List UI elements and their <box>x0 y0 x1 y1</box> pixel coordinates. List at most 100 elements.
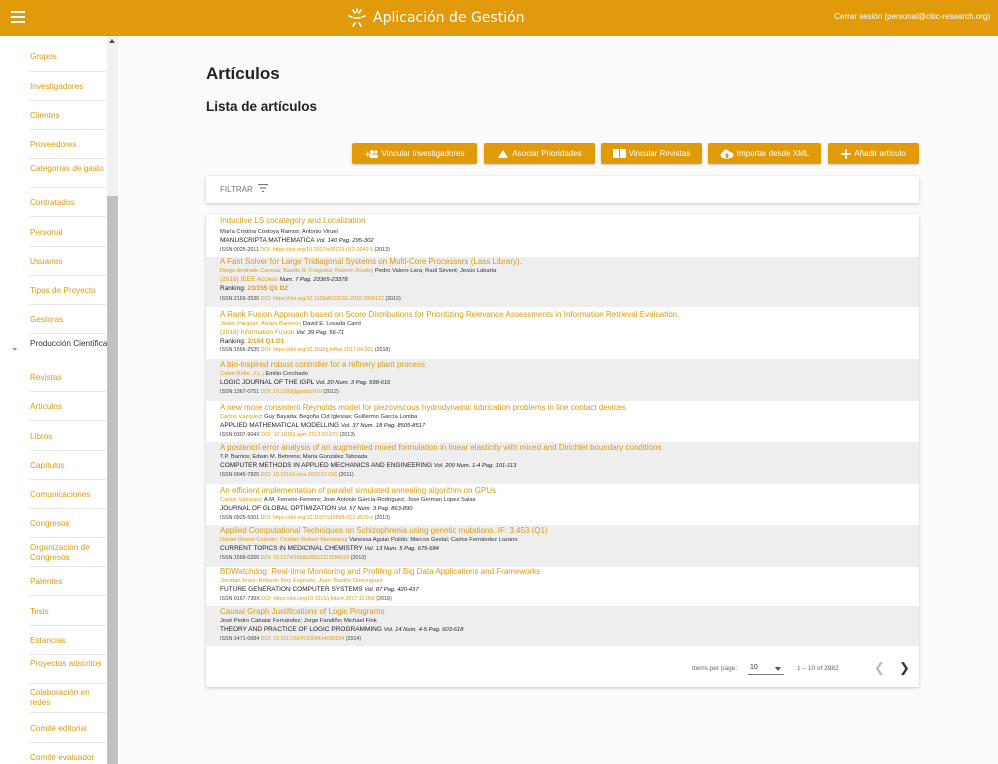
page-size-select[interactable]: 10 <box>748 662 784 675</box>
sidebar-item-proyectos-adscritos[interactable]: Proyectos adscritos <box>30 659 110 669</box>
sidebar-item-personal[interactable]: Personal <box>30 228 110 238</box>
sidebar-item-revistas[interactable]: Revistas <box>30 373 110 383</box>
list-item[interactable]: A Rank Fusion Approach based on Score Di… <box>206 307 919 355</box>
add-article-button[interactable]: Añadir artículo <box>828 143 919 164</box>
author-links[interactable]: Carlos Vázquez <box>220 414 261 420</box>
issn: ISSN:0307-904X <box>220 432 260 438</box>
article-journal: LOGIC JOURNAL OF THE IGPL Vol. 20 Num. 3… <box>220 379 390 386</box>
sidebar-item-tesis[interactable]: Tesis <box>30 607 110 617</box>
previous-page-icon[interactable]: ❮ <box>874 660 885 676</box>
doi-link[interactable]: DOI: https://doi.org/10.1007/s10898-012-… <box>261 515 373 521</box>
doi-link[interactable]: DOI: https://doi.org/10.1016/j.future.20… <box>261 596 375 602</box>
author-links[interactable]: Carlos Vázquez <box>220 497 261 503</box>
doi-link[interactable]: DOI: 10.1093/jigpal/jzr010 <box>261 389 322 395</box>
article-authors: Jonatan Enes; Roberto Rey Expósito; Juan… <box>220 578 383 584</box>
doi-link[interactable]: DOI: 10.1016/j.cma.2010.07.016 <box>261 472 338 478</box>
list-item[interactable]: A bio-inspired robust controller for a r… <box>206 359 919 401</box>
sidebar-divider <box>30 537 106 538</box>
journal-link[interactable]: (2018) Information Fusion <box>220 329 294 336</box>
article-title[interactable]: A Fast Solver for Large Tridiagonal Syst… <box>220 257 522 266</box>
sidebar-item-congresos[interactable]: Congresos <box>30 519 110 529</box>
article-journal: JOURNAL OF GLOBAL OPTIMIZATION Vol. 57 N… <box>220 505 412 512</box>
list-item[interactable]: Inductive LS cocategory and Localization… <box>206 214 919 258</box>
article-title[interactable]: Applied Computational Techniques on Schi… <box>220 526 548 535</box>
scroll-up-icon[interactable] <box>109 39 115 43</box>
journal-name: THEORY AND PRACTICE OF LOGIC PROGRAMMING <box>220 626 382 633</box>
doi-link[interactable]: DOI: https://doi.org/10.1109/ACCESS.2019… <box>261 296 384 302</box>
doi-link[interactable]: DOI: 10.1017/S1471068414000234 <box>261 636 345 642</box>
sidebar-item-grupos[interactable]: Grupos <box>30 52 110 62</box>
issn: ISSN:0167-739X <box>220 596 260 602</box>
article-title[interactable]: A bio-inspired robust controller for a r… <box>220 360 425 369</box>
issn: ISSN:0925-5001 <box>220 515 260 521</box>
sidebar-item-clientes[interactable]: Clientes <box>30 111 110 121</box>
sidebar-item-produccion-cientifica[interactable]: Producción Científica <box>30 339 110 349</box>
sidebar-item-gestoras[interactable]: Gestoras <box>30 315 110 325</box>
journal-volume: Vol. 140 Pag. 295-302 <box>316 238 374 244</box>
article-meta: ISSN:0167-739X DOI: https://doi.org/10.1… <box>220 596 392 602</box>
sidebar-divider <box>30 246 106 247</box>
menu-icon[interactable] <box>11 11 25 23</box>
list-item[interactable]: Causal Graph Justifications of Logic Pro… <box>206 606 919 646</box>
sidebar-item-capitulos[interactable]: Capítulos <box>30 461 110 471</box>
chevron-down-icon[interactable]: ⌄ <box>11 342 19 353</box>
doi-link[interactable]: DOI: 10.1016/j.apm.2013.03.072 <box>261 432 338 438</box>
list-item[interactable]: An efficient implementation of parallel … <box>206 484 919 525</box>
list-item[interactable]: A posteriori error analysis of an augmen… <box>206 442 919 484</box>
sidebar-item-contratados[interactable]: Contratados <box>30 198 110 208</box>
ranking-label: Ranking: <box>220 285 246 292</box>
article-title[interactable]: A new more consistent Reynolds model for… <box>220 403 626 412</box>
link-researchers-button[interactable]: + Vincular Investigadores <box>352 143 477 164</box>
year: (2012) <box>323 389 339 395</box>
next-page-icon[interactable]: ❯ <box>899 660 910 676</box>
sidebar-divider <box>30 71 106 72</box>
author-links[interactable]: Diego Andrade Canosa; Basilio B. Fraguel… <box>220 268 372 274</box>
list-item[interactable]: A Fast Solver for Large Tridiagonal Syst… <box>206 257 919 307</box>
journal-link[interactable]: (2018) IEEE Access <box>220 276 278 283</box>
logout-link[interactable]: Cerrar sesión (personal@citic-research.o… <box>834 12 990 21</box>
associate-priorities-button[interactable]: Asociar Prioridades <box>484 143 595 164</box>
article-authors: Diego Andrade Canosa; Basilio B. Fraguel… <box>220 268 496 274</box>
article-title[interactable]: Causal Graph Justifications of Logic Pro… <box>220 607 385 616</box>
list-item[interactable]: Applied Computational Techniques on Schi… <box>206 525 919 567</box>
sidebar-item-patentes[interactable]: Patentes <box>30 577 110 587</box>
author-links[interactable]: Jonatan Enes; Roberto Rey Expósito; Juan… <box>220 578 383 584</box>
sidebar-item-investigadores[interactable]: Investigadores <box>30 82 110 92</box>
sidebar-item-colaboracion-redes[interactable]: Colaboración en redes <box>30 688 110 708</box>
doi-link[interactable]: DOI: https://doi.org/10.1016/j.inffus.20… <box>261 347 374 353</box>
sidebar-item-proveedores[interactable]: Proveedores <box>30 140 110 150</box>
sidebar-item-tipos-proyecto[interactable]: Tipos de Proyecto <box>30 286 110 296</box>
filter-icon[interactable] <box>258 184 268 192</box>
link-journals-button[interactable]: Vincular Revistas <box>601 143 702 164</box>
sidebar-item-articulos[interactable]: Artículos <box>30 402 110 412</box>
doi-link[interactable]: DOI: https://doi.org/10.1007/s00229-012-… <box>260 247 373 253</box>
sidebar-item-organizacion-congresos[interactable]: Organizacion de Congresos <box>30 543 110 563</box>
author-links[interactable]: Javier Parapar; Álvaro Barreiro <box>220 321 300 327</box>
list-item[interactable]: BDWatchdog: Real-time Monitoring and Pro… <box>206 567 919 608</box>
article-title[interactable]: BDWatchdog: Real-time Monitoring and Pro… <box>220 567 540 576</box>
journal-volume: Vol. 87 Pag. 420-437 <box>364 587 419 593</box>
doi-link[interactable]: DOI: 10.2174/1568026611313050010 <box>261 555 350 561</box>
author-links[interactable]: Daniel Rivero Cebrián; Cristian Robert M… <box>220 537 346 543</box>
sidebar-item-estancias[interactable]: Estancias <box>30 636 110 646</box>
sidebar-item-comite-evaluador[interactable]: Comité evaluador <box>30 753 110 763</box>
filter-panel[interactable]: FILTRAR <box>206 176 919 203</box>
sidebar-item-categorias-gasto[interactable]: Categorías de gasto <box>30 164 110 174</box>
article-title[interactable]: Inductive LS cocategory and Localization <box>220 216 365 225</box>
article-title[interactable]: A Rank Fusion Approach based on Score Di… <box>220 310 679 319</box>
dropdown-arrow-icon <box>775 667 781 671</box>
sidebar-scrollbar-thumb[interactable] <box>107 196 118 764</box>
filter-label[interactable]: FILTRAR <box>220 185 253 194</box>
sidebar-divider <box>30 304 106 305</box>
import-xml-button[interactable]: Importar desde XML <box>708 143 821 164</box>
author-links[interactable]: Calvo Rolle, J.L. <box>220 371 262 377</box>
list-item[interactable]: A new more consistent Reynolds model for… <box>206 401 919 442</box>
issn: ISSN:0045-7825 <box>220 472 260 478</box>
sidebar-item-comunicaciones[interactable]: Comunicaciones <box>30 490 110 500</box>
sidebar-item-usuarios[interactable]: Usuarios <box>30 257 110 267</box>
items-per-page-label: Items per page: <box>692 665 738 672</box>
article-title[interactable]: A posteriori error analysis of an augmen… <box>220 443 662 452</box>
sidebar-item-comite-editorial[interactable]: Comité editorial <box>30 724 110 734</box>
article-title[interactable]: An efficient implementation of parallel … <box>220 486 496 495</box>
sidebar-item-libros[interactable]: Libros <box>30 432 110 442</box>
